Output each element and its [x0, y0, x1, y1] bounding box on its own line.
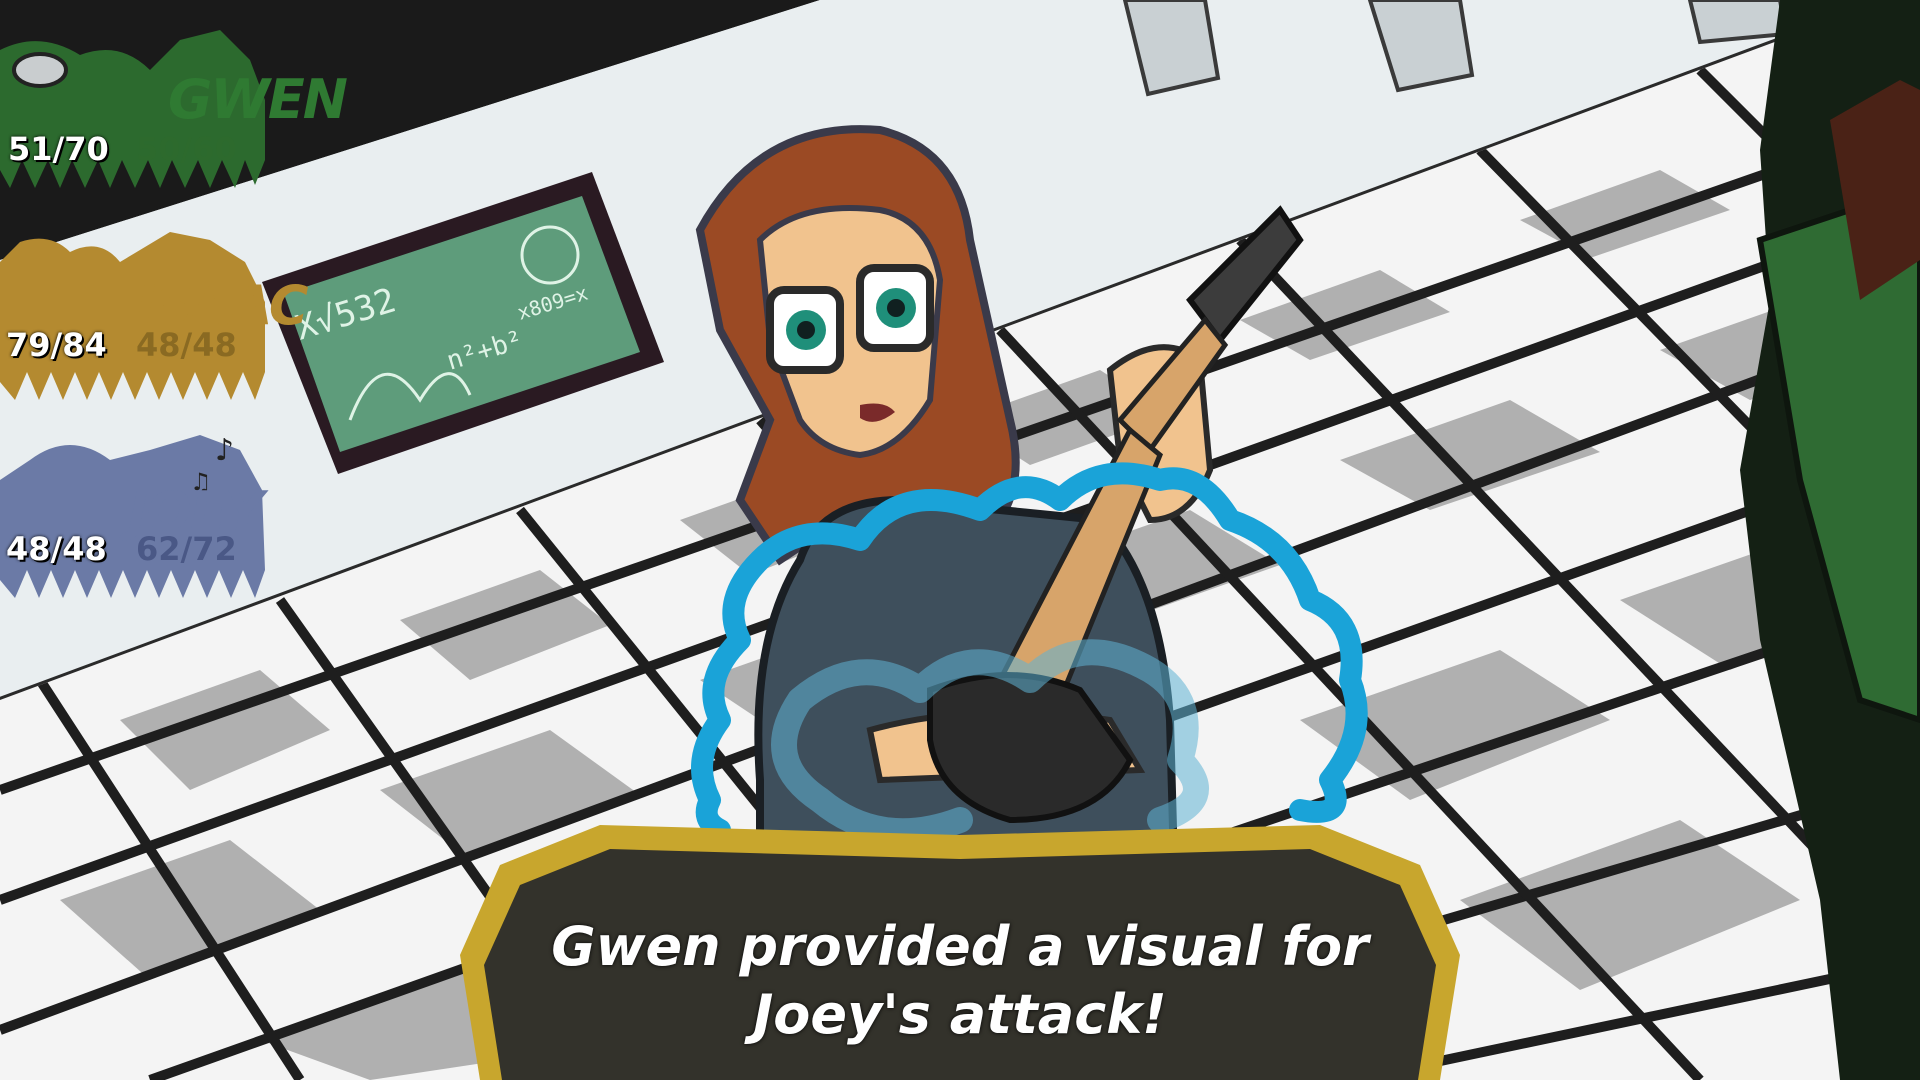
party-card-gwen: GWEN 51/70 50/60: [0, 10, 348, 188]
party-card-joey: ♪ ♫ JOEY 48/48 62/72: [0, 420, 280, 598]
sp-value: 48/48: [136, 326, 237, 364]
battle-message-box: Gwen provided a visual for Joey's attack…: [440, 805, 1480, 1080]
hp-value: 48/48: [6, 530, 107, 568]
sp-value: 50/60: [136, 130, 237, 168]
ufo-icon: [12, 52, 68, 88]
sp-value: 62/72: [136, 530, 237, 568]
party-card-isaac: ISAAC 79/84 48/48: [0, 222, 309, 400]
music-note-icon: ♪: [215, 433, 234, 468]
battle-message-text: Gwen provided a visual for Joey's attack…: [551, 915, 1369, 1046]
hp-value: 51/70: [8, 130, 109, 168]
party-member-name: GWEN: [168, 68, 348, 131]
hp-value: 79/84: [6, 326, 107, 364]
